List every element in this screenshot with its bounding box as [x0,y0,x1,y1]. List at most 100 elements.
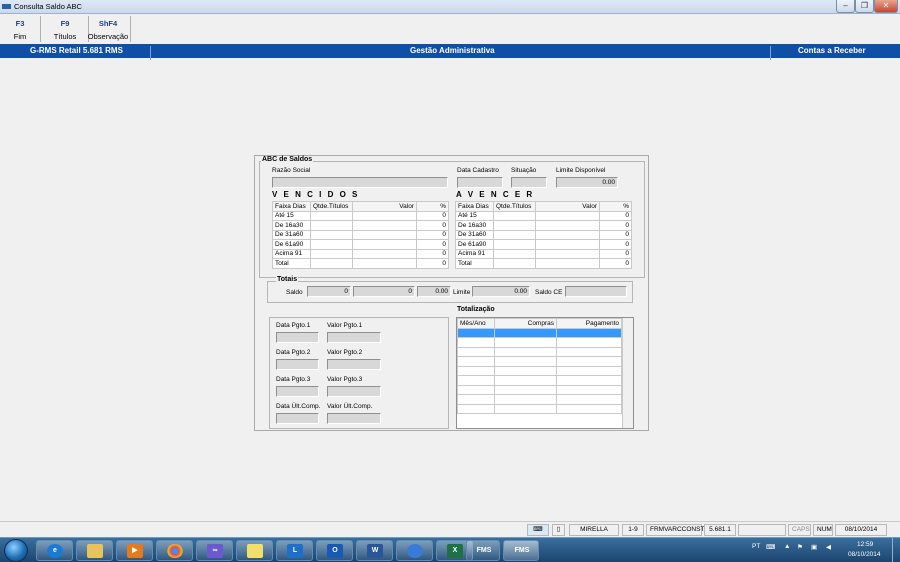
infobar-separator [150,46,151,60]
module-name: Gestão Administrativa [410,46,495,55]
column-header: Valor [535,201,600,212]
status-user: MIRELLA [569,524,619,536]
toolbar-button-observacao[interactable]: ShF4 Observação [86,16,130,43]
vencidos-title: V E N C I D O S [272,190,360,199]
valor-pgto2-field[interactable] [327,359,381,370]
saldo-label: Saldo [286,289,303,296]
table-row[interactable] [457,337,622,348]
flag-icon[interactable]: ⚑ [797,543,803,551]
toolbar-button-titulos[interactable]: F9 Títulos [44,16,86,43]
chrome-taskbar-icon[interactable] [156,540,193,561]
status-empty [738,524,786,536]
minimize-button[interactable]: – [836,0,855,13]
table-row[interactable]: Total 0 [455,258,632,269]
explorer-taskbar-icon[interactable] [76,540,113,561]
column-header: % [599,201,632,212]
table-row[interactable]: Acima 91 0 [272,248,449,259]
faixa-cell: Acima 91 [272,248,311,259]
data-cadastro-field[interactable] [457,177,503,188]
status-bar: ⌨ ▯ MIRELLA 1-9 FRMVARCCONST 5.681.1 CAP… [0,521,900,537]
faixa-cell: De 61a90 [272,239,311,250]
valor-ult-comp-field[interactable] [327,413,381,424]
data-pgto3-field[interactable] [276,386,319,397]
situacao-field[interactable] [511,177,547,188]
toolbar-button-fim[interactable]: F3 Fim [4,16,36,43]
table-row[interactable]: Até 15 0 [272,210,449,221]
toolbar-label: Observação [87,32,129,41]
fms-taskbar-button-2[interactable]: FMS [503,540,539,561]
data-ult-comp-field[interactable] [276,413,319,424]
table-row[interactable]: Até 15 0 [455,210,632,221]
table-row[interactable] [457,346,622,357]
toolbar-key: F3 [15,19,25,28]
table-row[interactable]: Acima 91 0 [455,248,632,259]
volume-icon[interactable]: ◀ [826,543,831,551]
valor-pgto1-field[interactable] [327,332,381,343]
toolbar-label: Títulos [53,32,77,41]
close-button[interactable]: ✕ [874,0,898,13]
saldo-ce-field[interactable] [565,286,627,297]
table-row[interactable]: Total 0 [272,258,449,269]
window-title: Consulta Saldo ABC [14,2,82,11]
table-row[interactable]: De 31a60 0 [455,229,632,240]
table-row[interactable]: De 61a90 0 [272,239,449,250]
toolbar-key: ShF4 [98,19,118,28]
column-header: Faixa Dias [455,201,494,212]
toolbar-label: Fim [13,32,27,41]
pct-cell: 0 [416,220,449,231]
table-row[interactable] [457,365,622,376]
show-desktop-button[interactable] [892,538,900,562]
faixa-cell: De 31a60 [455,229,494,240]
app-taskbar-icon[interactable]: ∞ [196,540,233,561]
table-row[interactable]: De 61a90 0 [455,239,632,250]
totalizacao-table: Mês/Ano Compras Pagamento [457,318,622,414]
data-cadastro-label: Data Cadastro [457,167,499,174]
remote-taskbar-icon[interactable] [396,540,433,561]
show-hidden-icons-icon[interactable]: ▲ [784,543,790,550]
column-header: Mês/Ano [457,318,495,329]
network-icon[interactable]: ▣ [811,543,817,551]
data-pgto2-field[interactable] [276,359,319,370]
outlook-taskbar-icon[interactable]: O [316,540,353,561]
vertical-scrollbar[interactable] [622,318,633,428]
status-page: 1-9 [622,524,644,536]
pct-cell: 0 [416,229,449,240]
limite-field[interactable]: 0.00 [472,286,530,297]
notes-taskbar-icon[interactable] [236,540,273,561]
keyboard-layout-icon[interactable]: ⌨ [766,543,775,551]
ie-taskbar-icon[interactable]: e [36,540,73,561]
maximize-button[interactable]: ❐ [855,0,874,13]
razao-social-field[interactable] [272,177,448,188]
fms-taskbar-button-1[interactable]: FMS [466,540,500,561]
pct-cell: 0 [416,248,449,259]
table-row-selected[interactable] [457,327,622,338]
faixa-cell: De 16a30 [455,220,494,231]
column-header: Valor [352,201,417,212]
table-row[interactable] [457,356,622,367]
table-row[interactable] [457,403,622,414]
table-row[interactable] [457,375,622,386]
data-pgto1-field[interactable] [276,332,319,343]
pct-cell: 0 [416,258,449,269]
clock-time[interactable]: 12:59 [857,541,873,548]
clock-date[interactable]: 08/10/2014 [848,551,881,558]
valor-pgto3-field[interactable] [327,386,381,397]
table-row[interactable] [457,394,622,405]
limite-disponivel-label: Limite Disponível [556,167,606,174]
limite-disponivel-field[interactable]: 0.00 [556,177,618,188]
saldo-field-1[interactable]: 0 [307,286,351,297]
table-row[interactable] [457,384,622,395]
lync-taskbar-icon[interactable]: L [276,540,313,561]
table-row[interactable]: De 16a30 0 [272,220,449,231]
media-player-taskbar-icon[interactable]: ▶ [116,540,153,561]
start-button[interactable] [4,539,28,562]
toolbar-separator [40,16,41,42]
word-taskbar-icon[interactable]: W [356,540,393,561]
language-indicator[interactable]: PT [752,543,760,550]
saldo-field-2[interactable]: 0 [353,286,415,297]
pct-cell: 0 [416,239,449,250]
table-row[interactable]: De 31a60 0 [272,229,449,240]
totalizacao-grid[interactable]: Mês/Ano Compras Pagamento [456,317,634,429]
table-row[interactable]: De 16a30 0 [455,220,632,231]
saldo-field-3[interactable]: 0.00 [417,286,451,297]
